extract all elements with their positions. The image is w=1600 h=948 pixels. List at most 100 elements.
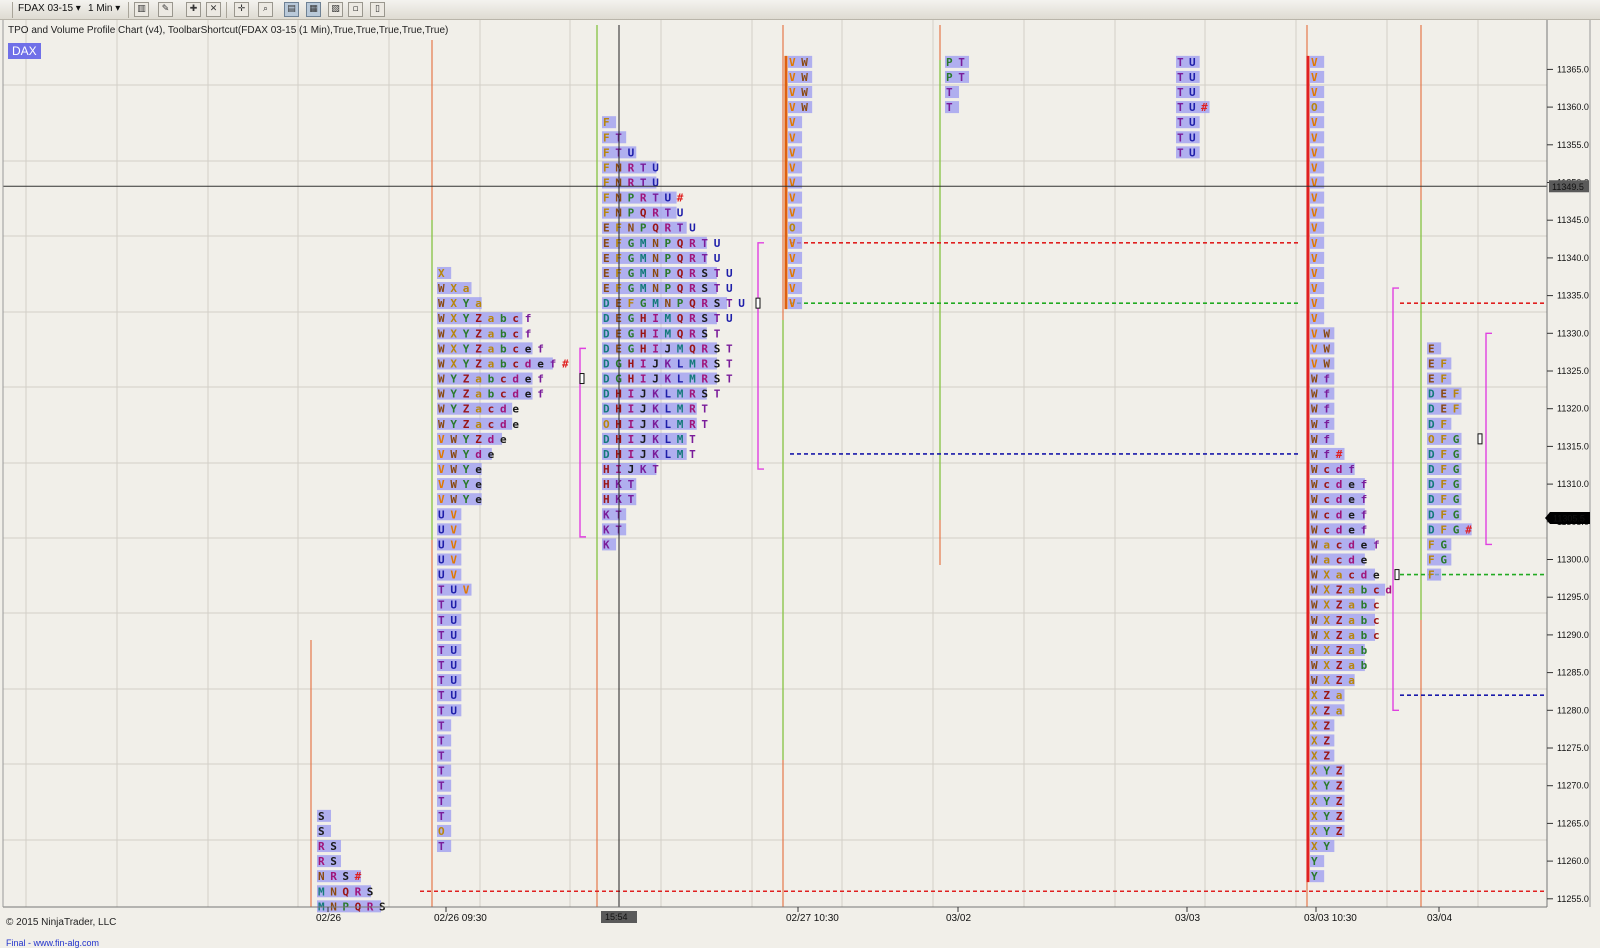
tpo-letter: M	[640, 267, 647, 280]
zoom-icon[interactable]: ⌕	[258, 2, 273, 17]
price-tick-label: 11320.0	[1557, 404, 1589, 414]
tpo-letter: Z	[1336, 614, 1343, 627]
tpo-letter: U	[628, 146, 635, 159]
poc-marker	[1477, 433, 1483, 445]
tpo-letter: X	[1323, 584, 1330, 597]
tpo-letter: Y	[463, 312, 470, 325]
tpo-letter: O	[1428, 433, 1435, 446]
tpo-letter: F	[603, 131, 610, 144]
tpo-letter: W	[1311, 493, 1318, 506]
tpo-letter: I	[628, 448, 635, 461]
tpo-letter: U	[1189, 101, 1196, 114]
tpo-letter: K	[652, 448, 659, 461]
tpo-letter: f	[1348, 463, 1355, 476]
tpo-letter: a	[488, 342, 495, 355]
tpo-letter: T	[1177, 56, 1184, 69]
tpo-letter: V	[789, 192, 796, 205]
interval-selector[interactable]: 1 Min ▾	[88, 3, 120, 14]
tpo-letter: f	[1361, 493, 1368, 506]
price-tick-label: 11360.0	[1557, 102, 1589, 112]
tpo-letter: T	[714, 267, 721, 280]
tpo-letter: U	[450, 584, 457, 597]
data-box-icon[interactable]: ▯	[370, 2, 385, 17]
tpo-letter: N	[665, 297, 672, 310]
tpo-letter: V	[438, 463, 445, 476]
tpo-letter: N	[652, 267, 659, 280]
tpo-letter: T	[1177, 101, 1184, 114]
tpo-letter: D	[603, 327, 610, 340]
tpo-letter: G	[1453, 493, 1460, 506]
tpo-letter: c	[1373, 614, 1380, 627]
tpo-letter: R	[318, 855, 325, 868]
tpo-letter: S	[342, 870, 349, 883]
tpo-letter: c	[512, 312, 519, 325]
tpo-letter: Q	[342, 885, 349, 898]
tpo-letter: Q	[677, 312, 684, 325]
time-axis-label: 03/03 10:30	[1304, 913, 1357, 924]
tpo-letter: f	[537, 342, 544, 355]
tpo-letter: X	[450, 357, 457, 370]
tpo-letter: T	[946, 101, 953, 114]
chart-toolbar: FDAX 03-15 ▾ 1 Min ▾ ▥ ✎ ✚ ✕ ✛ ⌕ ▤ ▦ ▧ ▫…	[0, 0, 1600, 20]
tpo-chart[interactable]: SSR SR SN R S #M N Q R SM N P Q R SXW XaW X YaW X Y Za b c fW X Y…	[0, 20, 1600, 947]
tpo-letter: J	[652, 357, 659, 370]
tpo-letter: a	[475, 388, 482, 401]
tpo-letter: Y	[463, 448, 470, 461]
tpo-letter: Y	[450, 418, 457, 431]
tpo-letter: a	[1323, 538, 1330, 551]
tpo-letter: F	[1440, 433, 1447, 446]
tpo-letter: U	[677, 207, 684, 220]
magnet-icon[interactable]: ✚	[186, 2, 201, 17]
tpo-letter: L	[665, 403, 672, 416]
tpo-letter: V	[789, 71, 796, 84]
eraser-icon[interactable]: ✕	[206, 2, 221, 17]
tpo-letter: Y	[463, 493, 470, 506]
tpo-letter: f	[537, 388, 544, 401]
tpo-letter: F	[1440, 523, 1447, 536]
tpo-letter: X	[1311, 765, 1318, 778]
price-tick-label: 11260.0	[1557, 856, 1589, 866]
price-tick-label: 11310.0	[1557, 479, 1589, 489]
strategies-icon[interactable]: ▧	[328, 2, 343, 17]
tpo-letter: K	[603, 508, 610, 521]
chart-style-icon[interactable]: ▤	[284, 2, 299, 17]
tpo-letter: Y	[450, 403, 457, 416]
tpo-letter: V	[1311, 282, 1318, 295]
tpo-letter: a	[475, 418, 482, 431]
tpo-letter: U	[438, 508, 445, 521]
tpo-letter: K	[652, 418, 659, 431]
tpo-letter: S	[330, 840, 337, 853]
tpo-letter: R	[701, 357, 708, 370]
tpo-letter: W	[450, 433, 457, 446]
crosshair-time-label: 15:54	[605, 912, 628, 922]
tpo-letter: c	[488, 418, 495, 431]
bar-type-icon[interactable]: ▥	[134, 2, 149, 17]
crosshair-icon[interactable]: ✛	[234, 2, 249, 17]
tpo-letter: W	[1311, 659, 1318, 672]
tpo-letter: b	[500, 327, 507, 340]
indicators-icon[interactable]: ▦	[306, 2, 321, 17]
tpo-letter: d	[1336, 508, 1343, 521]
tpo-letter: c	[500, 388, 507, 401]
tpo-letter: G	[628, 327, 635, 340]
tpo-letter: #	[1465, 523, 1472, 536]
tpo-letter: V	[438, 448, 445, 461]
tpo-letter: F	[1440, 357, 1447, 370]
tpo-letter: F	[603, 161, 610, 174]
tpo-letter: V	[463, 584, 470, 597]
price-tick-label: 11270.0	[1557, 781, 1589, 791]
tpo-letter: Y	[450, 373, 457, 386]
instrument-selector[interactable]: FDAX 03-15 ▾	[18, 3, 81, 14]
tpo-letter: R	[689, 403, 696, 416]
tpo-letter: V	[1311, 146, 1318, 159]
properties-icon[interactable]: ▫	[348, 2, 363, 17]
tpo-letter: W	[1311, 478, 1318, 491]
tpo-letter: X	[450, 282, 457, 295]
tpo-letter: U	[1189, 86, 1196, 99]
value-area-bracket	[1485, 332, 1492, 546]
tpo-letter: c	[512, 357, 519, 370]
draw-pen-icon[interactable]: ✎	[158, 2, 173, 17]
tpo-letter: P	[640, 222, 647, 235]
tpo-letter: D	[1428, 403, 1435, 416]
tpo-letter: V	[789, 207, 796, 220]
